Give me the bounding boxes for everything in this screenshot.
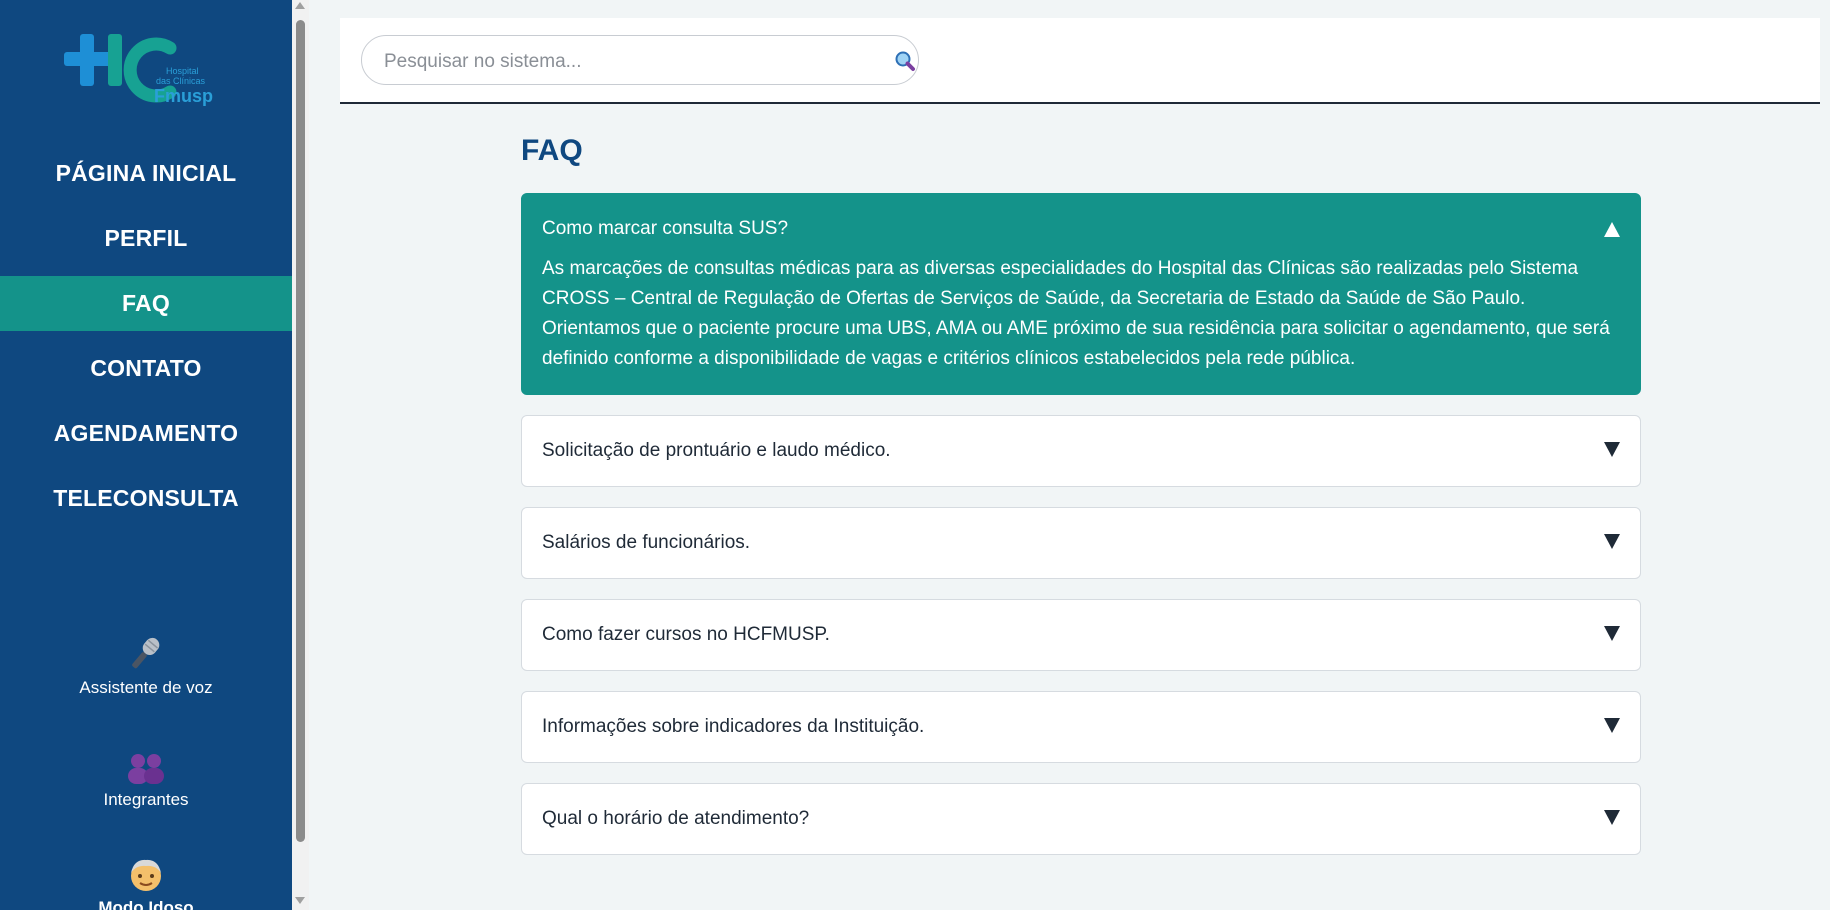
faq-list: Como marcar consulta SUS? As marcações d… bbox=[521, 193, 1641, 875]
faq-item: Salários de funcionários. bbox=[521, 507, 1641, 579]
nav-item-faq[interactable]: FAQ bbox=[0, 276, 292, 331]
older-person-icon bbox=[131, 859, 161, 891]
search-icon[interactable] bbox=[894, 50, 916, 72]
sidebar: Hospital das Clínicas Fmusp PÁGINA INICI… bbox=[0, 0, 292, 910]
voice-assistant-label: Assistente de voz bbox=[79, 678, 213, 697]
faq-question: Informações sobre indicadores da Institu… bbox=[542, 716, 925, 737]
faq-answer: As marcações de consultas médicas para a… bbox=[542, 258, 1610, 369]
hc-fmusp-logo[interactable]: Hospital das Clínicas Fmusp bbox=[62, 30, 222, 110]
faq-question-toggle[interactable]: Salários de funcionários. bbox=[522, 508, 1640, 578]
elder-mode-label: Modo Idoso bbox=[98, 898, 194, 910]
faq-item: Como fazer cursos no HCFMUSP. bbox=[521, 599, 1641, 671]
faq-question: Como fazer cursos no HCFMUSP. bbox=[542, 624, 830, 645]
faq-question-toggle[interactable]: Qual o horário de atendimento? bbox=[522, 784, 1640, 854]
members-button[interactable]: Integrantes bbox=[0, 752, 292, 810]
microphone-icon bbox=[132, 637, 160, 669]
top-header bbox=[340, 18, 1820, 104]
elder-mode-button[interactable]: Modo Idoso bbox=[0, 856, 292, 910]
faq-item: Solicitação de prontuário e laudo médico… bbox=[521, 415, 1641, 487]
logo-text-hospital: Hospital bbox=[166, 66, 199, 76]
faq-item: Informações sobre indicadores da Institu… bbox=[521, 691, 1641, 763]
main-nav: PÁGINA INICIAL PERFIL FAQ CONTATO AGENDA… bbox=[0, 146, 292, 536]
scroll-up-arrow-icon[interactable] bbox=[295, 2, 305, 9]
scroll-down-arrow-icon[interactable] bbox=[295, 897, 305, 904]
faq-question-toggle[interactable]: Solicitação de prontuário e laudo médico… bbox=[522, 416, 1640, 486]
faq-question-toggle[interactable]: Informações sobre indicadores da Institu… bbox=[522, 692, 1640, 762]
search-input[interactable] bbox=[382, 48, 856, 76]
nav-item-agendamento[interactable]: AGENDAMENTO bbox=[0, 406, 292, 461]
logo-text-clinicas: das Clínicas bbox=[156, 76, 206, 86]
scroll-thumb[interactable] bbox=[296, 20, 305, 842]
hc-logo-icon: Hospital das Clínicas Fmusp bbox=[64, 34, 213, 106]
scrollbar[interactable] bbox=[292, 0, 309, 910]
chevron-up-icon bbox=[1604, 222, 1620, 237]
page-title: FAQ bbox=[521, 134, 583, 167]
chevron-down-icon bbox=[1604, 626, 1620, 641]
search-bar bbox=[361, 35, 919, 85]
faq-item: Como marcar consulta SUS? As marcações d… bbox=[521, 193, 1641, 395]
faq-question: Solicitação de prontuário e laudo médico… bbox=[542, 440, 891, 461]
nav-item-pagina-inicial[interactable]: PÁGINA INICIAL bbox=[0, 146, 292, 201]
faq-question-toggle[interactable]: Como marcar consulta SUS? bbox=[522, 194, 1640, 254]
nav-item-teleconsulta[interactable]: TELECONSULTA bbox=[0, 471, 292, 526]
chevron-down-icon bbox=[1604, 534, 1620, 549]
faq-question: Salários de funcionários. bbox=[542, 532, 751, 553]
chevron-down-icon bbox=[1604, 810, 1620, 825]
faq-item: Qual o horário de atendimento? bbox=[521, 783, 1641, 855]
logo-text-fmusp: Fmusp bbox=[154, 86, 213, 106]
faq-question-toggle[interactable]: Como fazer cursos no HCFMUSP. bbox=[522, 600, 1640, 670]
faq-question: Como marcar consulta SUS? bbox=[542, 218, 789, 239]
people-icon bbox=[128, 754, 164, 784]
voice-assistant-button[interactable]: Assistente de voz bbox=[0, 634, 292, 698]
chevron-down-icon bbox=[1604, 442, 1620, 457]
nav-item-perfil[interactable]: PERFIL bbox=[0, 211, 292, 266]
members-label: Integrantes bbox=[103, 790, 189, 809]
faq-question: Qual o horário de atendimento? bbox=[542, 808, 810, 829]
nav-item-contato[interactable]: CONTATO bbox=[0, 341, 292, 396]
chevron-down-icon bbox=[1604, 718, 1620, 733]
